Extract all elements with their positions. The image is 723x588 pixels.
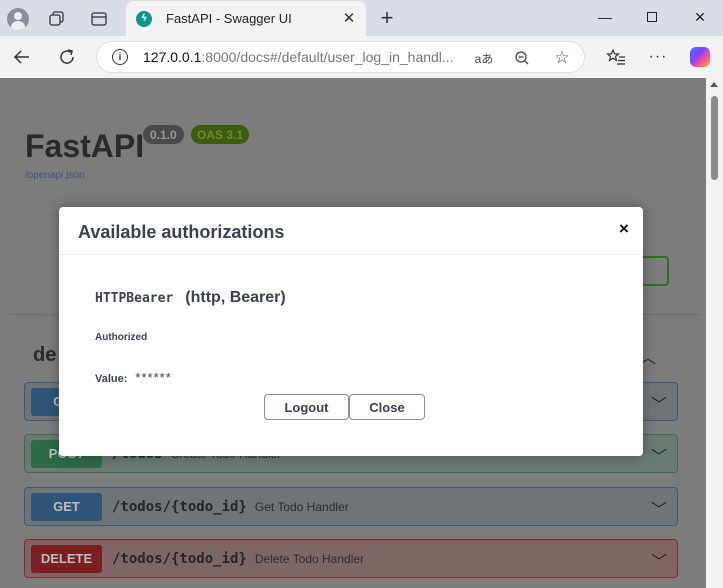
operation-path: /todos/{todo_id} — [112, 550, 247, 567]
auth-modal: Available authorizations × HTTPBearer (h… — [59, 207, 643, 456]
version-badge: 0.1.0 — [143, 125, 184, 144]
favorites-list-icon[interactable] — [602, 44, 630, 70]
operation-summary: Delete Todo Handler — [254, 551, 365, 566]
scheme-type: (http, Bearer) — [185, 289, 286, 306]
browser-tab-active[interactable]: ϟ FastAPI - Swagger UI ✕ — [126, 1, 366, 36]
operation-row[interactable]: DELETE /todos/{todo_id} Delete Todo Hand… — [24, 539, 678, 578]
tag-section-title[interactable]: de — [33, 344, 56, 367]
scrollbar-thumb[interactable] — [711, 96, 718, 180]
address-bar[interactable]: i 127.0.0.1:8000/docs#/default/user_log_… — [96, 41, 585, 73]
person-icon — [7, 8, 29, 30]
scroll-up-icon[interactable] — [710, 82, 718, 87]
chevron-down-icon[interactable]: ﹀ — [651, 391, 667, 415]
modal-title: Available authorizations — [78, 222, 285, 242]
url-text: 127.0.0.1:8000/docs#/default/user_log_in… — [143, 49, 454, 65]
workspaces-icon[interactable] — [44, 6, 70, 32]
tab-title: FastAPI - Swagger UI — [166, 11, 292, 26]
browser-tab-bar: ϟ FastAPI - Swagger UI ✕ + — ✕ — [0, 0, 723, 36]
back-arrow-icon[interactable] — [8, 44, 36, 70]
fastapi-favicon-icon: ϟ — [136, 10, 152, 27]
chevron-down-icon[interactable]: ﹀ — [651, 496, 667, 520]
window-maximize-icon[interactable] — [632, 4, 672, 30]
close-button[interactable]: Close — [349, 394, 425, 420]
page-scrollbar[interactable] — [706, 78, 723, 588]
operation-summary: Get Todo Handler — [254, 499, 349, 514]
logout-button[interactable]: Logout — [264, 394, 349, 420]
window-close-icon[interactable]: ✕ — [680, 4, 720, 30]
openapi-json-link[interactable]: /openapi.json — [25, 170, 85, 181]
api-title: FastAPI — [25, 128, 145, 164]
auth-scheme-heading: HTTPBearer (http, Bearer) — [95, 289, 286, 307]
favorite-star-icon[interactable]: ☆ — [551, 47, 573, 69]
chevron-down-icon[interactable]: ﹀ — [651, 443, 667, 467]
close-icon[interactable]: × — [615, 219, 633, 239]
reload-icon[interactable] — [53, 44, 81, 70]
method-badge: DELETE — [31, 544, 102, 573]
site-info-icon[interactable]: i — [112, 49, 128, 65]
auth-status: Authorized — [95, 332, 148, 343]
tab-close-icon[interactable]: ✕ — [340, 9, 358, 27]
operation-row[interactable]: GET /todos/{todo_id} Get Todo Handler ﹀ — [24, 487, 678, 526]
oas-badge: OAS 3.1 — [191, 125, 250, 144]
read-aloud-icon[interactable]: aあ — [473, 47, 495, 69]
browser-toolbar: i 127.0.0.1:8000/docs#/default/user_log_… — [0, 36, 723, 78]
auth-value-row: Value: ****** — [95, 370, 172, 385]
copilot-icon[interactable] — [686, 44, 714, 70]
new-tab-icon[interactable]: + — [374, 5, 400, 31]
masked-token-value: ****** — [135, 370, 172, 385]
modal-header: Available authorizations × — [59, 207, 643, 255]
window-minimize-icon[interactable]: — — [585, 4, 625, 30]
scheme-name: HTTPBearer — [95, 291, 174, 306]
operation-path: /todos/{todo_id} — [112, 498, 247, 515]
profile-avatar[interactable] — [5, 6, 31, 32]
more-menu-icon[interactable]: ··· — [644, 44, 672, 70]
zoom-out-icon[interactable] — [511, 47, 533, 69]
chevron-down-icon[interactable]: ﹀ — [651, 548, 667, 572]
method-badge: GET — [31, 492, 102, 521]
vertical-tabs-icon[interactable] — [86, 6, 112, 32]
value-label: Value: — [95, 373, 128, 385]
